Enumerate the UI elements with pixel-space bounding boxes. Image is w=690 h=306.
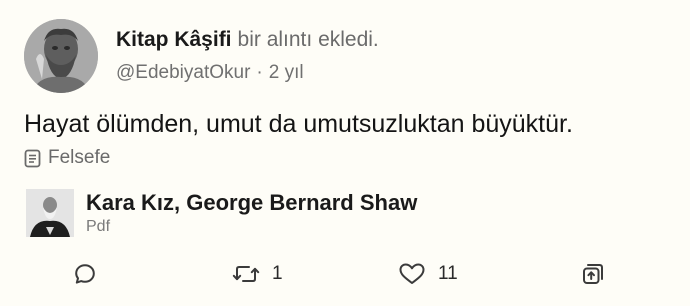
header-title-line: Kitap Kâşifi bir alıntı ekledi. — [116, 27, 379, 53]
share-icon — [583, 264, 603, 284]
quote-text[interactable]: Hayat ölümden, umut da umutsuzluktan büy… — [24, 108, 573, 140]
author-handle[interactable]: @EdebiyatOkur — [116, 62, 250, 83]
meta-separator: · — [256, 62, 263, 83]
heart-icon — [399, 263, 425, 284]
post-actions-bar: 1 11 — [0, 258, 690, 290]
author-name[interactable]: Kitap Kâşifi — [116, 28, 232, 51]
document-list-icon — [24, 149, 41, 167]
book-reference[interactable]: Kara Kız, George Bernard Shaw Pdf — [26, 189, 417, 239]
repost-count: 1 — [272, 263, 283, 284]
book-title[interactable]: Kara Kız, George Bernard Shaw — [86, 189, 417, 217]
book-format: Pdf — [86, 218, 111, 235]
like-button[interactable]: 11 — [398, 258, 458, 290]
activity-text: bir alıntı ekledi. — [237, 28, 379, 51]
repost-icon — [232, 266, 260, 282]
author-avatar[interactable] — [24, 19, 98, 93]
share-button[interactable] — [581, 258, 605, 290]
quote-post-card: Kitap Kâşifi bir alıntı ekledi. @Edebiyat… — [0, 0, 690, 306]
like-count: 11 — [438, 263, 458, 284]
category-tag[interactable]: Felsefe — [24, 147, 110, 169]
comment-button[interactable] — [73, 258, 97, 290]
header-meta-line: @EdebiyatOkur · 2 yıl — [116, 61, 379, 85]
post-header: Kitap Kâşifi bir alıntı ekledi. @Edebiyat… — [116, 27, 379, 85]
statue-bust-avatar-icon — [24, 19, 98, 93]
category-tag-label: Felsefe — [48, 147, 111, 168]
post-timestamp: 2 yıl — [268, 62, 304, 83]
book-cover — [26, 189, 74, 237]
author-portrait-icon — [26, 189, 74, 237]
comment-bubble-icon — [75, 264, 95, 284]
repost-button[interactable]: 1 — [232, 258, 283, 290]
book-info: Kara Kız, George Bernard Shaw Pdf — [86, 189, 417, 237]
